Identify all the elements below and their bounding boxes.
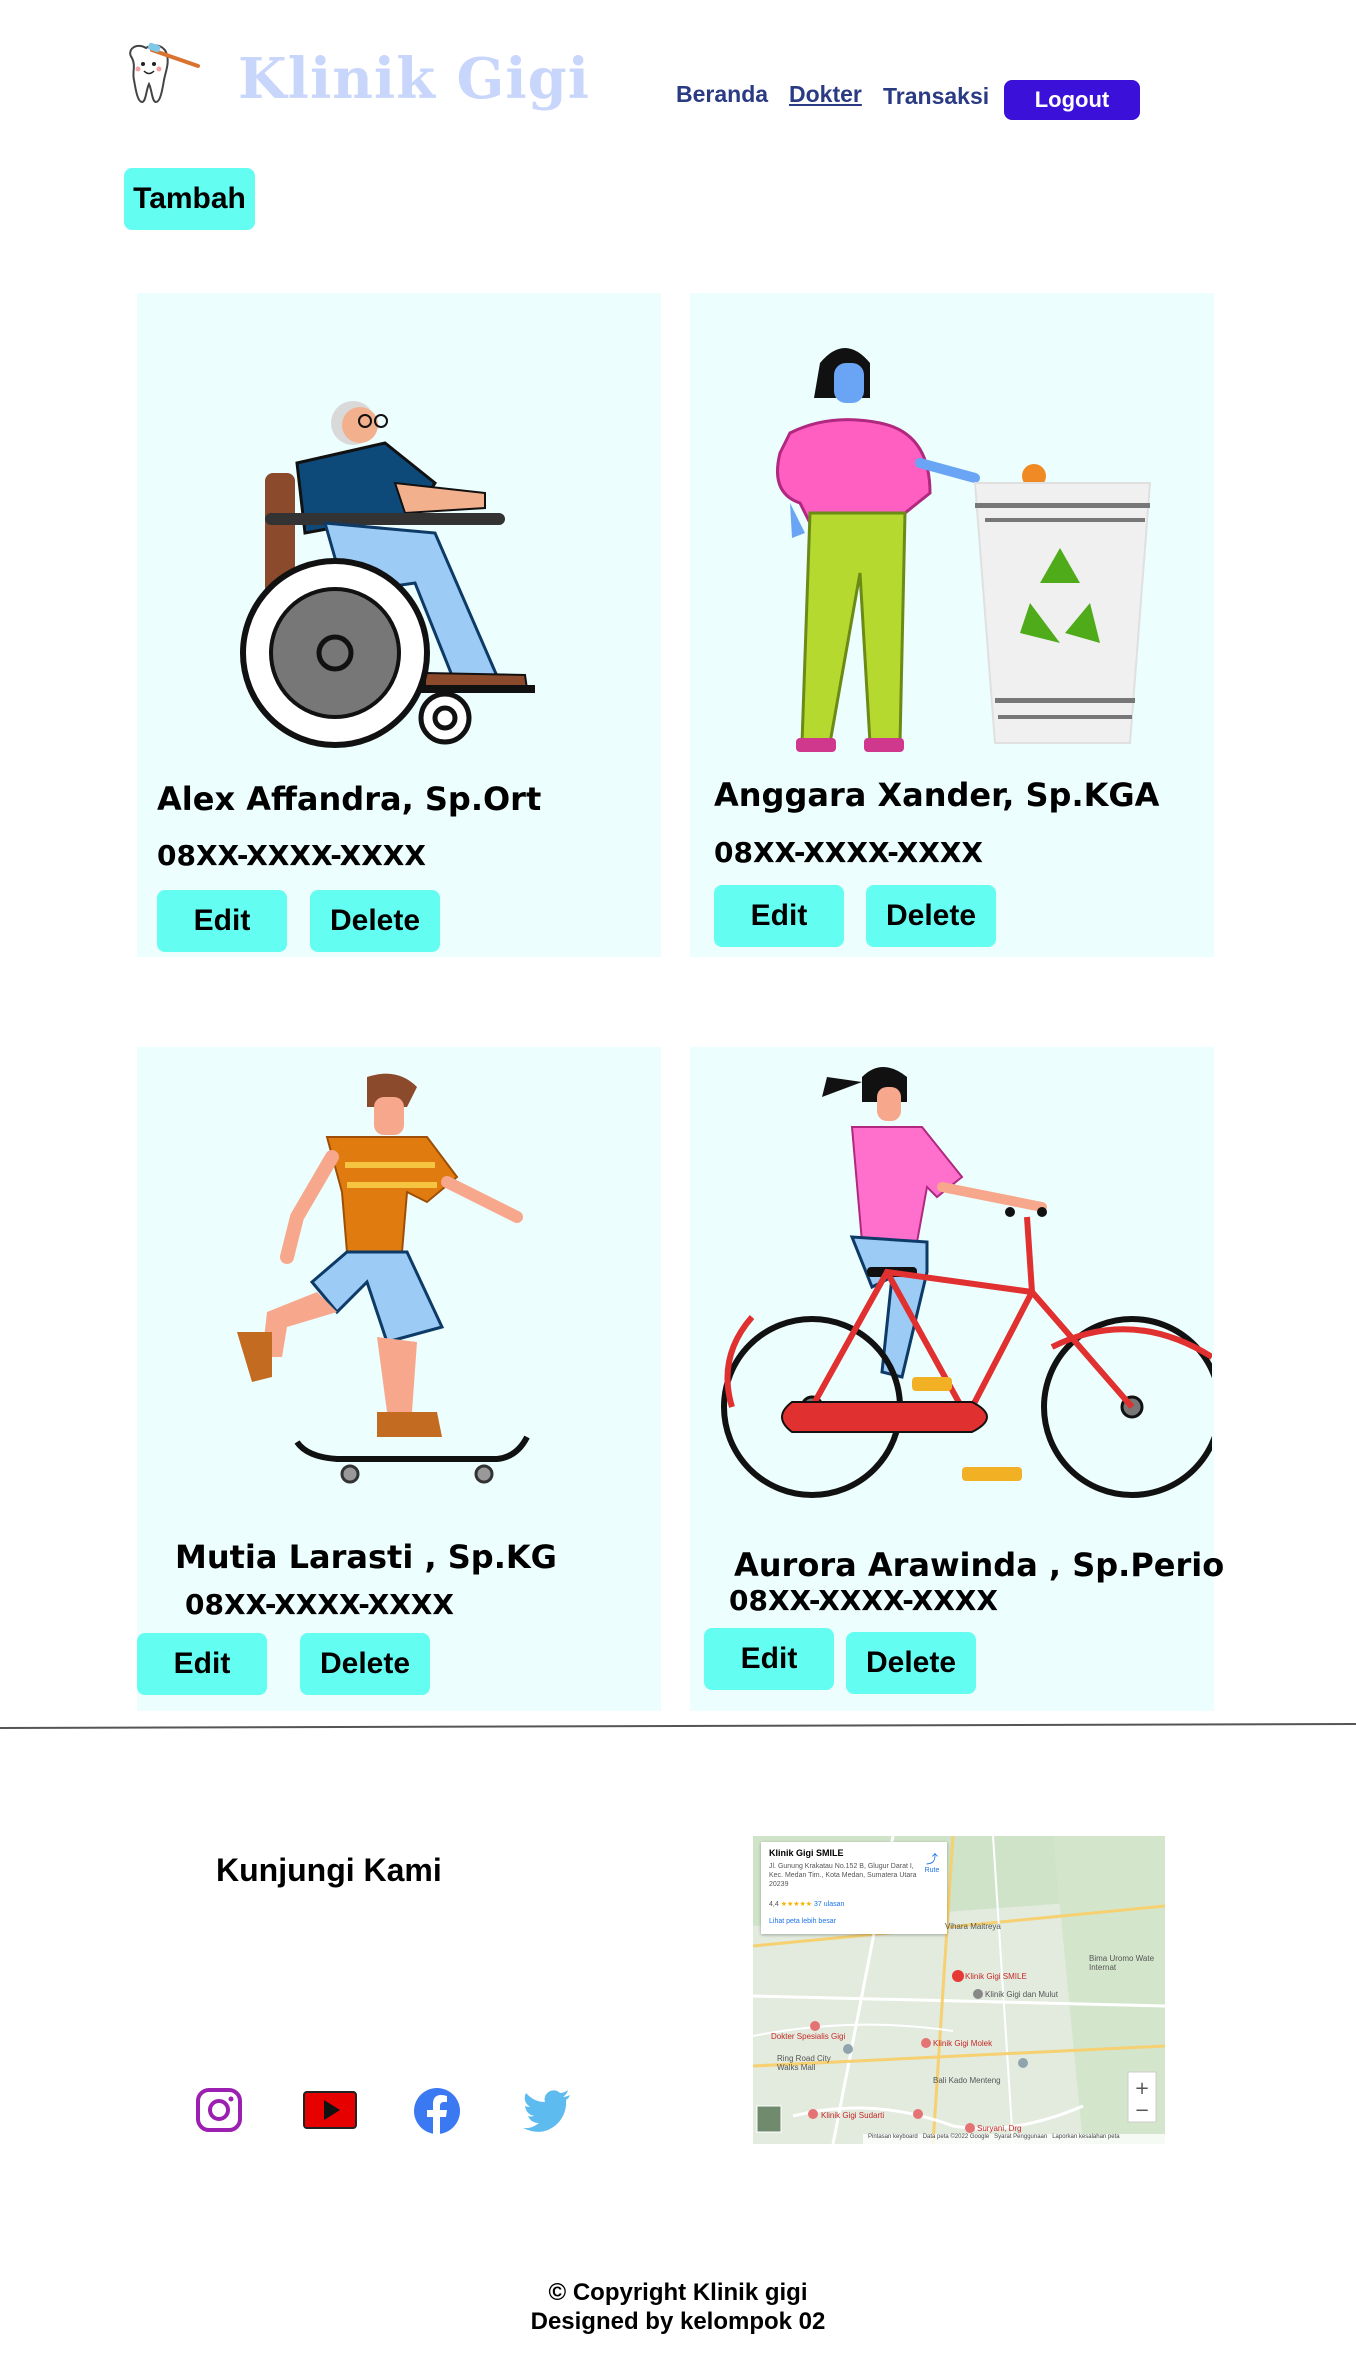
svg-text:−: −	[1134, 2100, 1149, 2121]
svg-text:+: +	[1134, 2078, 1149, 2099]
delete-button[interactable]: Delete	[300, 1633, 430, 1695]
man-skateboard-illustration	[237, 1073, 530, 1484]
star-rating-icon: ★★★★★	[780, 1901, 813, 1908]
larger-map-link[interactable]: Lihat peta lebih besar	[769, 1918, 836, 1925]
edit-button[interactable]: Edit	[714, 885, 844, 947]
edit-button[interactable]: Edit	[137, 1633, 267, 1695]
map-rating: 4,4 ★★★★★ 37 ulasan	[769, 1900, 844, 1908]
doctor-phone: 08XX-XXXX-XXXX	[714, 836, 983, 869]
directions-label: Rute	[924, 1867, 940, 1874]
map-label: Klinik Gigi SMILE	[965, 1972, 1027, 1981]
doctor-card-1: Alex Affandra, Sp.Ort 08XX-XXXX-XXXX Edi…	[137, 293, 661, 957]
directions-icon: ⤴	[925, 1852, 938, 1866]
doctor-card-3: Mutia Larasti , Sp.KG 08XX-XXXX-XXXX Edi…	[137, 1047, 661, 1711]
map-info-card: Klinik Gigi SMILE Jl. Gunung Krakatau No…	[761, 1842, 947, 1934]
nav-beranda[interactable]: Beranda	[676, 79, 768, 109]
designed-by-text: Designed by kelompok 02	[530, 2308, 826, 2335]
delete-button[interactable]: Delete	[310, 890, 440, 952]
map-place-name: Klinik Gigi SMILE	[769, 1848, 844, 1858]
facebook-icon[interactable]	[413, 2087, 461, 2135]
logout-button[interactable]: Logout	[1004, 80, 1140, 120]
nav-dokter[interactable]: Dokter	[789, 79, 862, 109]
footer-divider	[0, 1722, 1356, 1729]
edit-button[interactable]: Edit	[157, 890, 287, 952]
map-attribution: Pintasan keyboard Data peta ©2022 Google…	[868, 2134, 1120, 2140]
nav-transaksi[interactable]: Transaksi	[883, 81, 989, 111]
map-label: Vihara Maitreya	[945, 1922, 1001, 1931]
doctor-phone: 08XX-XXXX-XXXX	[729, 1584, 998, 1617]
copyright-text: © Copyright Klinik gigi	[548, 2279, 808, 2306]
map-label: Bali Kado Menteng	[933, 2076, 1001, 2085]
doctor-name: Aurora Arawinda , Sp.Perio	[734, 1546, 1225, 1584]
google-map[interactable]: + − Klinik Gigi SMILE Jl. Gunung Krakata…	[753, 1836, 1165, 2144]
woman-bicycle-illustration	[721, 1067, 1212, 1498]
map-label: Klinik Gigi Molek	[933, 2039, 993, 2048]
woman-recycle-bin-illustration	[776, 348, 1152, 752]
doctor-name: Anggara Xander, Sp.KGA	[714, 776, 1160, 814]
map-label: Dokter Spesialis Gigi	[771, 2032, 846, 2041]
delete-button[interactable]: Delete	[866, 885, 996, 947]
youtube-icon[interactable]	[302, 2090, 358, 2130]
brand-title: Klinik Gigi	[238, 46, 591, 112]
doctor-card-2: Anggara Xander, Sp.KGA 08XX-XXXX-XXXX Ed…	[690, 293, 1214, 957]
delete-button[interactable]: Delete	[846, 1632, 976, 1694]
map-label: Klinik Gigi Sudarti	[821, 2111, 885, 2120]
wheelchair-man-illustration	[240, 401, 535, 748]
twitter-icon[interactable]	[522, 2090, 572, 2132]
map-label: Bima Uromo Wate Internat	[1089, 1954, 1155, 1972]
rating-value: 4,4	[769, 1901, 779, 1908]
doctor-name: Mutia Larasti , Sp.KG	[175, 1538, 557, 1576]
map-label: Ring Road City Walks Mall	[777, 2054, 831, 2072]
doctor-phone: 08XX-XXXX-XXXX	[185, 1588, 454, 1621]
instagram-icon[interactable]	[195, 2088, 245, 2132]
map-label: Suryani, Drg	[977, 2124, 1022, 2133]
tambah-button[interactable]: Tambah	[124, 168, 255, 230]
edit-button[interactable]: Edit	[704, 1628, 834, 1690]
map-label: Klinik Gigi dan Mulut	[985, 1990, 1058, 1999]
map-address: Jl. Gunung Krakatau No.152 B, Glugur Dar…	[769, 1863, 917, 1888]
tooth-logo-icon	[122, 40, 202, 110]
doctor-name: Alex Affandra, Sp.Ort	[157, 780, 542, 818]
doctor-phone: 08XX-XXXX-XXXX	[157, 839, 426, 872]
footer-heading: Kunjungi Kami	[216, 1852, 442, 1888]
doctor-card-4: Aurora Arawinda , Sp.Perio 08XX-XXXX-XXX…	[690, 1047, 1224, 1711]
directions-button[interactable]: ⤴ Rute	[921, 1850, 943, 1874]
reviews-link[interactable]: 37 ulasan	[814, 1901, 844, 1908]
